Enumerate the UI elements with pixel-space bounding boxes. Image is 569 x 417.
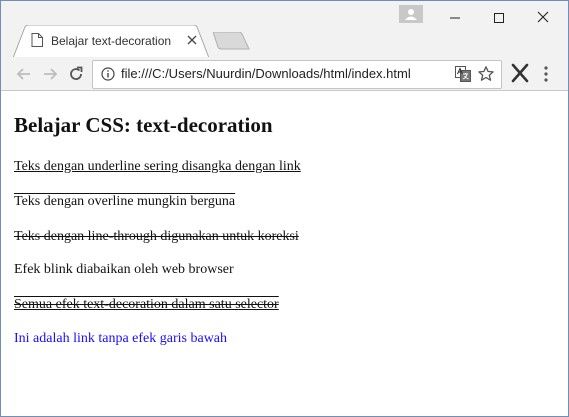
browser-window: Belajar text-decoration file:///C:/Users… bbox=[0, 0, 569, 417]
maximize-button[interactable] bbox=[477, 3, 521, 31]
underline-text: Teks dengan underline sering disangka de… bbox=[14, 159, 301, 174]
page-icon bbox=[31, 33, 43, 47]
reload-icon bbox=[70, 66, 83, 80]
tab-title: Belajar text-decoration bbox=[51, 34, 172, 48]
star-icon[interactable] bbox=[477, 65, 495, 83]
close-window-icon bbox=[537, 11, 549, 23]
minimize-icon bbox=[450, 17, 460, 19]
new-tab-button[interactable] bbox=[213, 32, 253, 50]
minimize-button[interactable] bbox=[433, 3, 477, 31]
user-icon bbox=[405, 9, 417, 20]
overline-text: Teks dengan overline mungkin berguna bbox=[14, 194, 236, 209]
translate-icon[interactable] bbox=[455, 66, 471, 82]
title-bar: Belajar text-decoration bbox=[1, 1, 568, 58]
back-icon bbox=[16, 68, 30, 80]
maximize-icon bbox=[494, 13, 504, 23]
forward-button[interactable] bbox=[39, 63, 61, 85]
all-decorations-text: Semua efek text-decoration dalam satu se… bbox=[14, 297, 279, 312]
info-icon[interactable] bbox=[101, 67, 115, 81]
tab-active[interactable]: Belajar text-decoration bbox=[13, 25, 209, 58]
page-content: Belajar CSS: text-decoration Teks dengan… bbox=[1, 91, 568, 416]
close-icon[interactable] bbox=[183, 31, 201, 49]
address-bar[interactable]: file:///C:/Users/Nuurdin/Downloads/html/… bbox=[92, 60, 502, 89]
url-text[interactable]: file:///C:/Users/Nuurdin/Downloads/html/… bbox=[121, 66, 411, 81]
profile-button[interactable] bbox=[399, 5, 423, 23]
forward-icon bbox=[44, 68, 58, 80]
reload-button[interactable] bbox=[65, 63, 87, 85]
back-button[interactable] bbox=[13, 63, 35, 85]
extension-icon[interactable] bbox=[508, 61, 532, 85]
close-window-button[interactable] bbox=[521, 3, 565, 31]
line-through-text: Teks dengan line-through digunakan untuk… bbox=[14, 229, 299, 244]
menu-icon[interactable] bbox=[541, 63, 551, 85]
blink-text: Efek blink diabaikan oleh web browser bbox=[14, 262, 234, 277]
toolbar: file:///C:/Users/Nuurdin/Downloads/html/… bbox=[1, 57, 568, 91]
plain-link[interactable]: Ini adalah link tanpa efek garis bawah bbox=[14, 331, 227, 347]
page-heading: Belajar CSS: text-decoration bbox=[14, 113, 273, 137]
